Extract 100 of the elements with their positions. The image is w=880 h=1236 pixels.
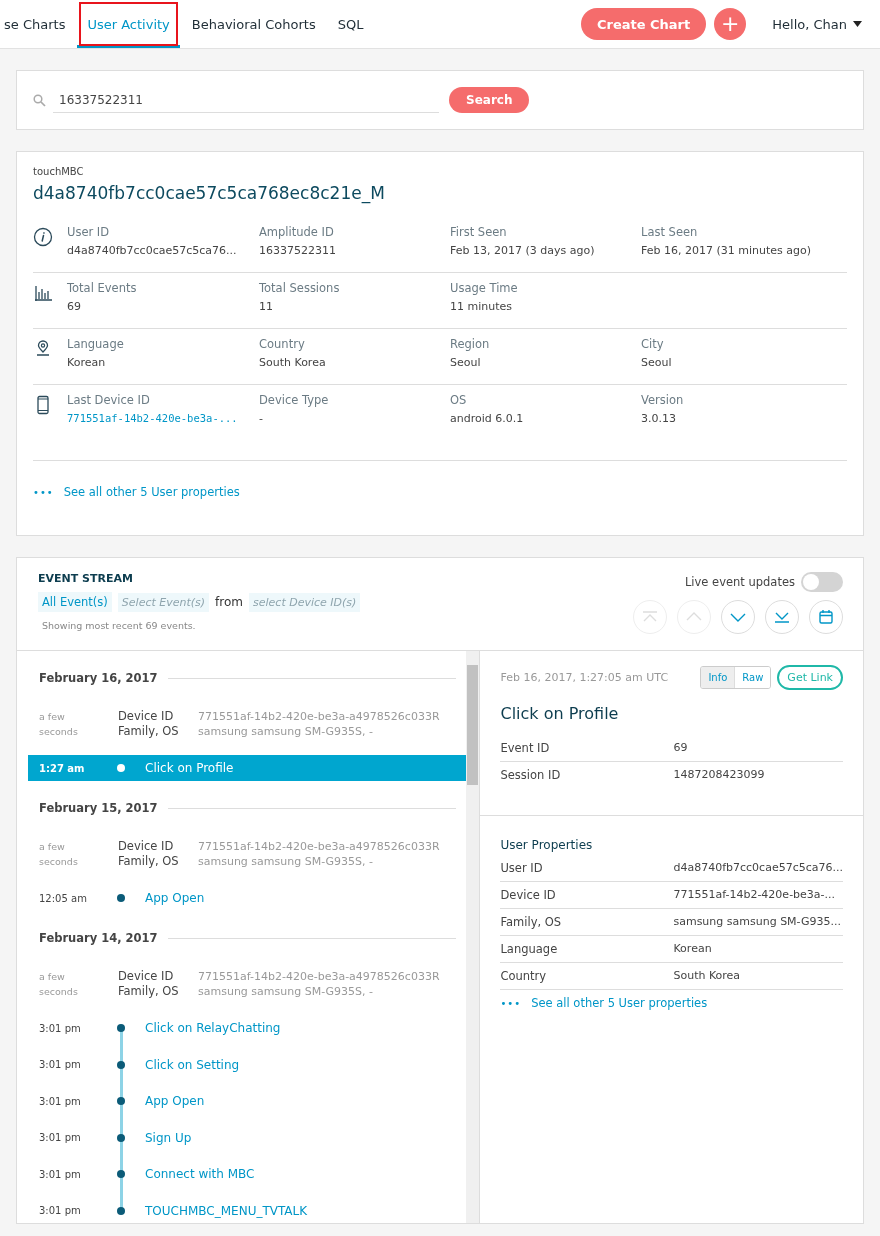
property-label: Device Type (259, 393, 330, 407)
property-value: 11 minutes (450, 300, 514, 313)
live-updates-toggle[interactable] (801, 572, 843, 592)
date-heading: February 16, 2017 (39, 671, 158, 685)
property-label: Country (259, 337, 306, 351)
event-select-field[interactable]: Select Event(s) (117, 592, 210, 612)
device-family: samsung samsung SM-G935S, - (198, 984, 374, 999)
field-label: Device ID (118, 709, 175, 724)
field-value: 69 (673, 741, 689, 755)
timeline-dot (117, 1170, 125, 1178)
event-link[interactable]: Click on Setting (145, 1057, 466, 1072)
section-title: EVENT STREAM (38, 572, 134, 585)
nav-tab[interactable]: se Charts (0, 0, 76, 48)
property-label: Amplitude ID (259, 225, 335, 239)
property-value: 3.0.13 (641, 412, 677, 425)
property-label: Device ID (500, 888, 557, 902)
field-label: Family, OS (118, 854, 180, 869)
device-id: 771551af-14b2-420e-be3a-a4978526c033R (198, 969, 441, 984)
property-label: OS (450, 393, 468, 407)
scroll-bottom-button[interactable] (765, 600, 799, 634)
date-heading: February 14, 2017 (39, 931, 158, 945)
property-link[interactable]: 771551af-14b2-420e-be3a-... (67, 412, 259, 424)
get-link-button[interactable]: Get Link (777, 665, 843, 690)
timeline-dot (117, 1060, 125, 1069)
property-label: First Seen (450, 225, 508, 239)
property-value: Feb 16, 2017 (31 minutes ago) (641, 244, 812, 257)
timeline-dot (117, 764, 125, 772)
event-link[interactable]: Sign Up (145, 1130, 466, 1145)
property-value: d4a8740fb7cc0cae57c5ca76... (673, 861, 843, 875)
property-label: Family, OS (500, 915, 563, 929)
from-label: from (215, 595, 244, 609)
event-timestamp: Feb 16, 2017, 1:27:05 am UTC (500, 671, 670, 684)
event-time: 3:01 pm (39, 1022, 82, 1034)
property-label: Last Seen (641, 225, 699, 239)
section-title: User Properties (500, 838, 594, 852)
timeline-dot (117, 1097, 125, 1105)
field-label: Family, OS (118, 724, 180, 739)
field-label: Device ID (118, 969, 175, 984)
property-label: Total Events (67, 281, 138, 295)
device-id: 771551af-14b2-420e-be3a-a4978526c033R (198, 839, 441, 854)
selected-event-row[interactable]: 1:27 am Click on Profile (28, 755, 466, 781)
property-label: Country (500, 969, 548, 983)
property-label: Language (67, 337, 125, 351)
timeline-dot (117, 894, 125, 902)
nav-tab[interactable]: User Activity (77, 0, 180, 48)
search-icon (33, 93, 46, 107)
see-all-link[interactable]: See all other 5 User properties (63, 485, 240, 499)
bar-chart-icon (33, 283, 53, 303)
event-link[interactable]: Connect with MBC (145, 1167, 466, 1181)
add-button[interactable]: + (714, 8, 747, 40)
property-label: User ID (500, 861, 544, 875)
event-link[interactable]: TOUCHMBC_MENU_TVTALK (145, 1203, 466, 1218)
user-menu[interactable]: Hello, Chan (766, 15, 868, 33)
device-select-field[interactable]: select Device ID(s) (249, 592, 361, 612)
field-label: Family, OS (118, 984, 180, 999)
timeline-dot (117, 1024, 125, 1032)
event-time: 3:01 pm (39, 1132, 82, 1143)
device-family: samsung samsung SM-G935S, - (198, 854, 374, 869)
field-label: Session ID (500, 768, 562, 782)
event-time: 3:01 pm (39, 1095, 82, 1107)
property-value: Seoul (450, 356, 482, 369)
event-link[interactable]: App Open (145, 1094, 466, 1108)
property-value: samsung samsung SM-G935... (673, 915, 842, 929)
property-label: Version (641, 393, 685, 407)
relative-time: a few seconds (39, 840, 79, 869)
view-tab[interactable]: Raw (734, 667, 771, 688)
user-title: d4a8740fb7cc0cae57c5ca768ec8c21e_M (33, 183, 386, 203)
event-filter[interactable]: All Event(s) (38, 592, 112, 612)
event-time: 3:01 pm (39, 1059, 82, 1070)
calendar-button[interactable] (809, 600, 843, 634)
property-value: 771551af-14b2-420e-be3a-... (673, 888, 837, 902)
event-link[interactable]: App Open (145, 891, 466, 905)
timeline-dot (117, 1206, 125, 1215)
view-tab[interactable]: Info (701, 667, 735, 688)
create-chart-button[interactable]: Create Chart (580, 8, 707, 40)
property-value: Seoul (641, 356, 673, 369)
property-label: City (641, 337, 665, 351)
field-label: Device ID (118, 839, 175, 854)
nav-tab[interactable]: SQL (327, 0, 374, 48)
device-family: samsung samsung SM-G935S, - (198, 724, 374, 739)
property-label: Region (450, 337, 491, 351)
more-dots: ••• (33, 486, 54, 498)
event-title: Click on Profile (500, 704, 620, 723)
property-value: Korean (67, 356, 107, 369)
relative-time: a few seconds (39, 710, 79, 739)
scrollbar[interactable] (465, 651, 481, 1223)
scroll-down-button[interactable] (721, 600, 755, 634)
caret-icon (853, 21, 862, 27)
search-button[interactable]: Search (449, 87, 530, 113)
property-label: Total Sessions (259, 281, 341, 295)
see-all-link[interactable]: See all other 5 User properties (531, 996, 708, 1010)
device-id: 771551af-14b2-420e-be3a-a4978526c033R (198, 709, 441, 724)
date-heading: February 15, 2017 (39, 801, 158, 815)
property-value: Korean (673, 942, 713, 956)
event-link[interactable]: Click on RelayChatting (145, 1021, 466, 1035)
event-link[interactable]: Click on Profile (145, 761, 466, 775)
timeline-dot (117, 1133, 125, 1142)
nav-tab[interactable]: Behavioral Cohorts (181, 0, 326, 48)
property-value: 11 (259, 300, 274, 313)
property-value: South Korea (673, 969, 742, 983)
